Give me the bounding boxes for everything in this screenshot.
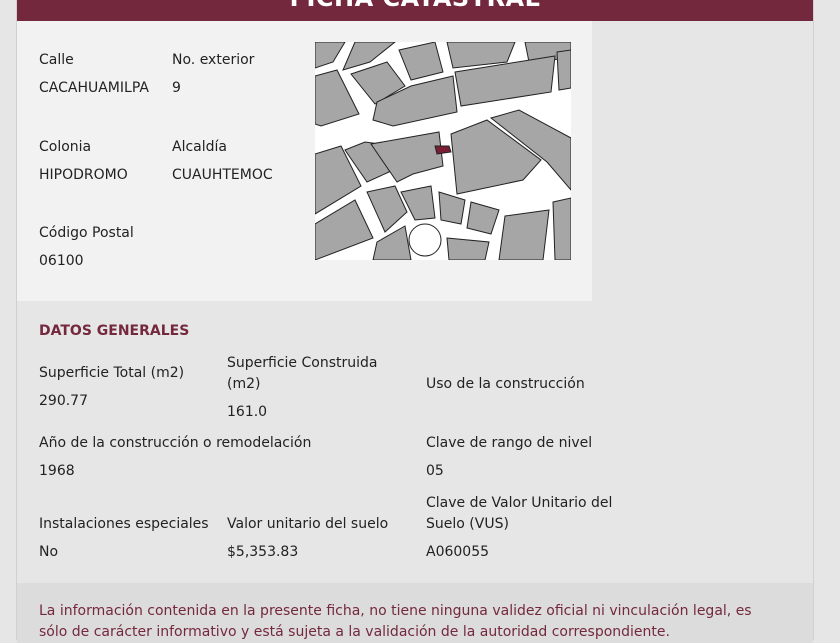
roundabout	[408, 223, 442, 257]
numero-exterior-label: No. exterior	[172, 52, 255, 68]
page-title: FICHA CATASTRAL	[17, 0, 813, 13]
valor-unitario-label: Valor unitario del suelo	[227, 516, 389, 532]
parcel-marker-icon	[434, 145, 452, 155]
anio-construccion-value: 1968	[39, 463, 75, 479]
instalaciones-label: Instalaciones especiales	[39, 516, 209, 532]
disclaimer-text: La información contenida en la presente …	[39, 603, 752, 640]
datos-generales-title: DATOS GENERALES	[39, 323, 190, 339]
card-header: FICHA CATASTRAL	[17, 0, 813, 21]
city-block	[556, 49, 571, 91]
codigo-postal-label: Código Postal	[39, 225, 134, 241]
alcaldia-value: CUAUHTEMOC	[172, 167, 273, 183]
superficie-construida-value: 161.0	[227, 404, 268, 420]
superficie-construida-label: Superficie Construida	[227, 355, 378, 371]
calle-value: CACAHUAMILPA	[39, 80, 149, 96]
superficie-total-label: Superficie Total (m2)	[39, 365, 185, 381]
parcel-map-svg	[315, 42, 571, 260]
colonia-value: HIPODROMO	[39, 167, 128, 183]
numero-exterior-value: 9	[172, 80, 181, 96]
clave-vus-value: A060055	[426, 544, 490, 560]
cadastral-card: FICHA CATASTRAL Calle CACAHUAMILPA No. e…	[16, 0, 814, 643]
parcel-map[interactable]	[315, 42, 571, 260]
clave-vus-label: Clave de Valor Unitario del	[426, 495, 613, 511]
calle-label: Calle	[39, 52, 74, 68]
clave-vus-label-line2: Suelo (VUS)	[426, 516, 509, 532]
alcaldia-label: Alcaldía	[172, 139, 227, 155]
city-block	[552, 197, 571, 260]
colonia-label: Colonia	[39, 139, 92, 155]
valor-unitario-value: $5,353.83	[227, 544, 299, 560]
city-block	[498, 209, 550, 260]
codigo-postal-value: 06100	[39, 253, 84, 269]
location-panel: Calle CACAHUAMILPA No. exterior 9 Coloni…	[17, 21, 592, 301]
anio-construccion-label: Año de la construcción o remodelación	[39, 435, 312, 451]
city-block	[446, 237, 490, 260]
superficie-total-value: 290.77	[39, 393, 88, 409]
rango-nivel-value: 05	[426, 463, 444, 479]
superficie-construida-label-unit: (m2)	[227, 376, 261, 392]
rango-nivel-label: Clave de rango de nivel	[426, 435, 593, 451]
instalaciones-value: No	[39, 544, 59, 560]
uso-construccion-label: Uso de la construcción	[426, 376, 585, 392]
disclaimer-panel: La información contenida en la presente …	[17, 583, 813, 643]
